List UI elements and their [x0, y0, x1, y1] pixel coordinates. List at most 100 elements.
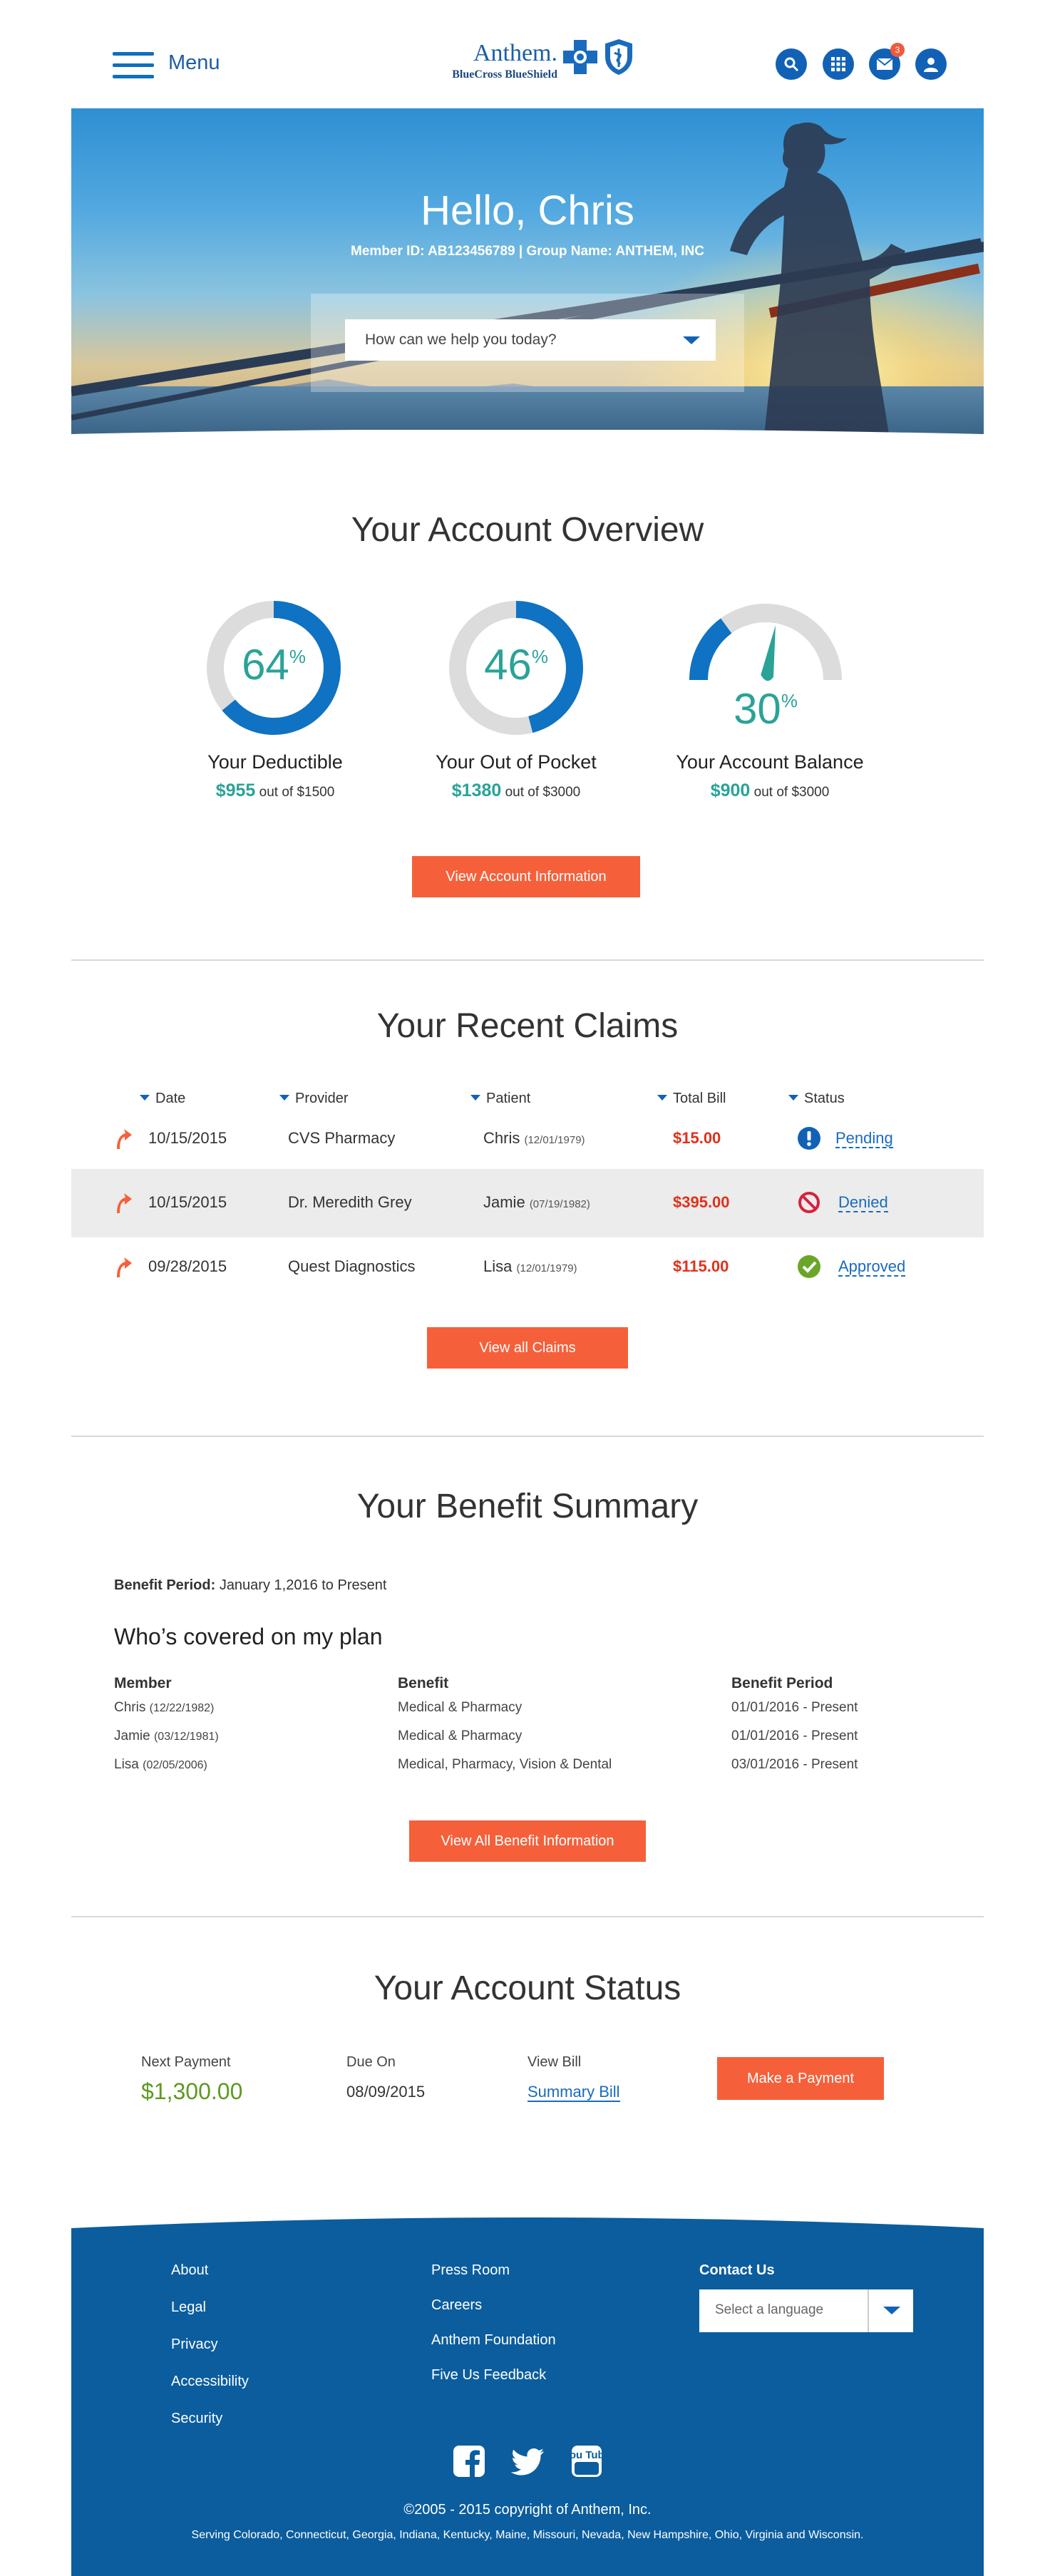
- apps-grid-icon[interactable]: [823, 48, 854, 80]
- summary-bill-link[interactable]: Summary Bill: [528, 2083, 620, 2102]
- member-column-header: Member: [114, 1675, 172, 1691]
- footer-link-accessibility[interactable]: Accessibility: [171, 2374, 249, 2390]
- claim-bill: $15.00: [673, 1129, 721, 1147]
- claim-provider: CVS Pharmacy: [288, 1129, 396, 1147]
- help-dropdown-label: How can we help you today?: [365, 331, 557, 348]
- covered-subtitle: Who’s covered on my plan: [114, 1624, 383, 1649]
- view-all-claims-button[interactable]: View all Claims: [427, 1327, 628, 1369]
- hero-runner-silhouette: [730, 122, 905, 450]
- claim-bill: $395.00: [673, 1193, 730, 1211]
- footer-link-feedback[interactable]: Five Us Feedback: [431, 2367, 546, 2384]
- claim-patient: Lisa (12/01/1979): [483, 1257, 577, 1275]
- due-on-label: Due On: [346, 2054, 396, 2070]
- mail-icon[interactable]: 3: [869, 43, 905, 80]
- blue-shield-icon: [605, 38, 632, 76]
- claim-provider: Dr. Meredith Grey: [288, 1193, 412, 1211]
- view-account-information-button[interactable]: View Account Information: [412, 856, 640, 897]
- account-balance-percent: 30%: [734, 685, 798, 733]
- section-divider: [71, 1916, 984, 1917]
- help-dropdown[interactable]: How can we help you today?: [345, 319, 716, 361]
- blue-cross-icon: [563, 40, 597, 74]
- view-all-benefit-information-button[interactable]: View All Benefit Information: [409, 1820, 646, 1862]
- out-of-pocket-amount: $1380 out of $3000: [451, 780, 581, 800]
- alert-icon: [798, 1127, 820, 1150]
- sort-caret-icon: [788, 1095, 798, 1101]
- greeting-heading: Hello, Chris: [421, 187, 634, 234]
- deductible-label: Your Deductible: [207, 751, 343, 773]
- footer-link-security[interactable]: Security: [171, 2411, 222, 2427]
- sort-caret-icon: [657, 1095, 667, 1101]
- site-footer: About Legal Privacy Accessibility Securi…: [71, 2217, 984, 2576]
- benefit-type: Medical, Pharmacy, Vision & Dental: [398, 1757, 612, 1772]
- hero-bottom-curve: [71, 430, 984, 450]
- benefit-period-value: 01/01/2016 - Present: [731, 1729, 858, 1743]
- due-on-value: 08/09/2015: [346, 2083, 426, 2101]
- sort-caret-icon: [470, 1095, 480, 1101]
- section-divider: [71, 959, 984, 961]
- site-header: Menu Anthem. BlueCross BlueShield 3: [0, 0, 1055, 108]
- language-select[interactable]: Select a language: [699, 2289, 913, 2332]
- claim-arrow-icon: [117, 1257, 132, 1277]
- claim-patient: Chris (12/01/1979): [483, 1129, 585, 1147]
- footer-link-press-room[interactable]: Press Room: [431, 2262, 510, 2279]
- period-column-header: Benefit Period: [731, 1675, 833, 1691]
- user-icon[interactable]: [915, 48, 947, 80]
- benefit-type: Medical & Pharmacy: [398, 1729, 523, 1743]
- claim-bill: $115.00: [673, 1257, 729, 1275]
- sort-caret-icon: [279, 1095, 289, 1101]
- deductible-amount: $955 out of $1500: [215, 780, 335, 800]
- benefit-period-value: 01/01/2016 - Present: [731, 1700, 858, 1715]
- next-payment-label: Next Payment: [141, 2054, 231, 2070]
- claim-status[interactable]: Pending: [835, 1129, 893, 1148]
- chevron-down-icon[interactable]: [868, 2289, 913, 2332]
- claim-row[interactable]: 09/28/2015 Quest Diagnostics Lisa (12/01…: [71, 1233, 984, 1302]
- chevron-down-icon: [683, 336, 700, 344]
- check-icon: [798, 1255, 820, 1278]
- account-balance-gauge: [689, 604, 842, 681]
- overview-title: Your Account Overview: [351, 511, 704, 549]
- claim-status[interactable]: Denied: [838, 1193, 888, 1212]
- anthem-logo[interactable]: Anthem. BlueCross BlueShield: [422, 37, 636, 87]
- menu-label[interactable]: Menu: [168, 51, 220, 75]
- benefit-member: Jamie (03/12/1981): [114, 1729, 219, 1743]
- footer-link-about[interactable]: About: [171, 2262, 208, 2279]
- logo-wordmark: Anthem.: [473, 40, 557, 66]
- youtube-text: You Tube: [570, 2449, 603, 2461]
- footer-link-anthem-foundation[interactable]: Anthem Foundation: [431, 2332, 556, 2349]
- hero-banner: Hello, Chris Member ID: AB123456789 | Gr…: [71, 108, 984, 450]
- status-title: Your Account Status: [374, 1969, 681, 2007]
- footer-top-curve: [71, 2217, 984, 2235]
- member-id-line: Member ID: AB123456789 | Group Name: ANT…: [351, 244, 704, 259]
- footer-link-privacy[interactable]: Privacy: [171, 2337, 218, 2353]
- copyright-text: ©2005 - 2015 copyright of Anthem, Inc.: [403, 2502, 652, 2518]
- footer-link-careers[interactable]: Careers: [431, 2297, 482, 2314]
- benefit-column-header: Benefit: [398, 1675, 449, 1691]
- hamburger-menu-icon[interactable]: [113, 52, 154, 81]
- claim-row[interactable]: 10/15/2015 CVS Pharmacy Chris (12/01/197…: [71, 1105, 984, 1173]
- footer-link-legal[interactable]: Legal: [171, 2299, 206, 2316]
- claim-provider: Quest Diagnostics: [288, 1257, 416, 1275]
- deductible-percent: 64%: [242, 641, 306, 689]
- make-a-payment-button[interactable]: Make a Payment: [717, 2057, 884, 2100]
- help-panel: How can we help you today?: [311, 294, 744, 392]
- contact-us-label: Contact Us: [699, 2262, 775, 2278]
- benefit-member: Chris (12/22/1982): [114, 1700, 215, 1715]
- claim-date: 10/15/2015: [148, 1193, 227, 1211]
- youtube-icon[interactable]: You Tube: [570, 2445, 603, 2478]
- claim-patient: Jamie (07/19/1982): [483, 1193, 590, 1211]
- section-divider: [71, 1436, 984, 1437]
- out-of-pocket-percent: 46%: [484, 641, 548, 689]
- search-icon[interactable]: [776, 48, 807, 80]
- account-balance-label: Your Account Balance: [676, 751, 864, 773]
- account-balance-amount: $900 out of $3000: [710, 780, 830, 800]
- facebook-icon[interactable]: [453, 2445, 485, 2478]
- claims-title: Your Recent Claims: [376, 1007, 679, 1045]
- denied-icon: [798, 1192, 820, 1213]
- claim-status[interactable]: Approved: [838, 1257, 906, 1277]
- claim-date: 10/15/2015: [148, 1129, 227, 1147]
- out-of-pocket-label: Your Out of Pocket: [436, 751, 597, 773]
- claim-arrow-icon: [117, 1193, 132, 1213]
- claim-row[interactable]: 10/15/2015 Dr. Meredith Grey Jamie (07/1…: [71, 1169, 984, 1237]
- twitter-icon[interactable]: [511, 2445, 545, 2478]
- view-bill-label: View Bill: [528, 2054, 582, 2070]
